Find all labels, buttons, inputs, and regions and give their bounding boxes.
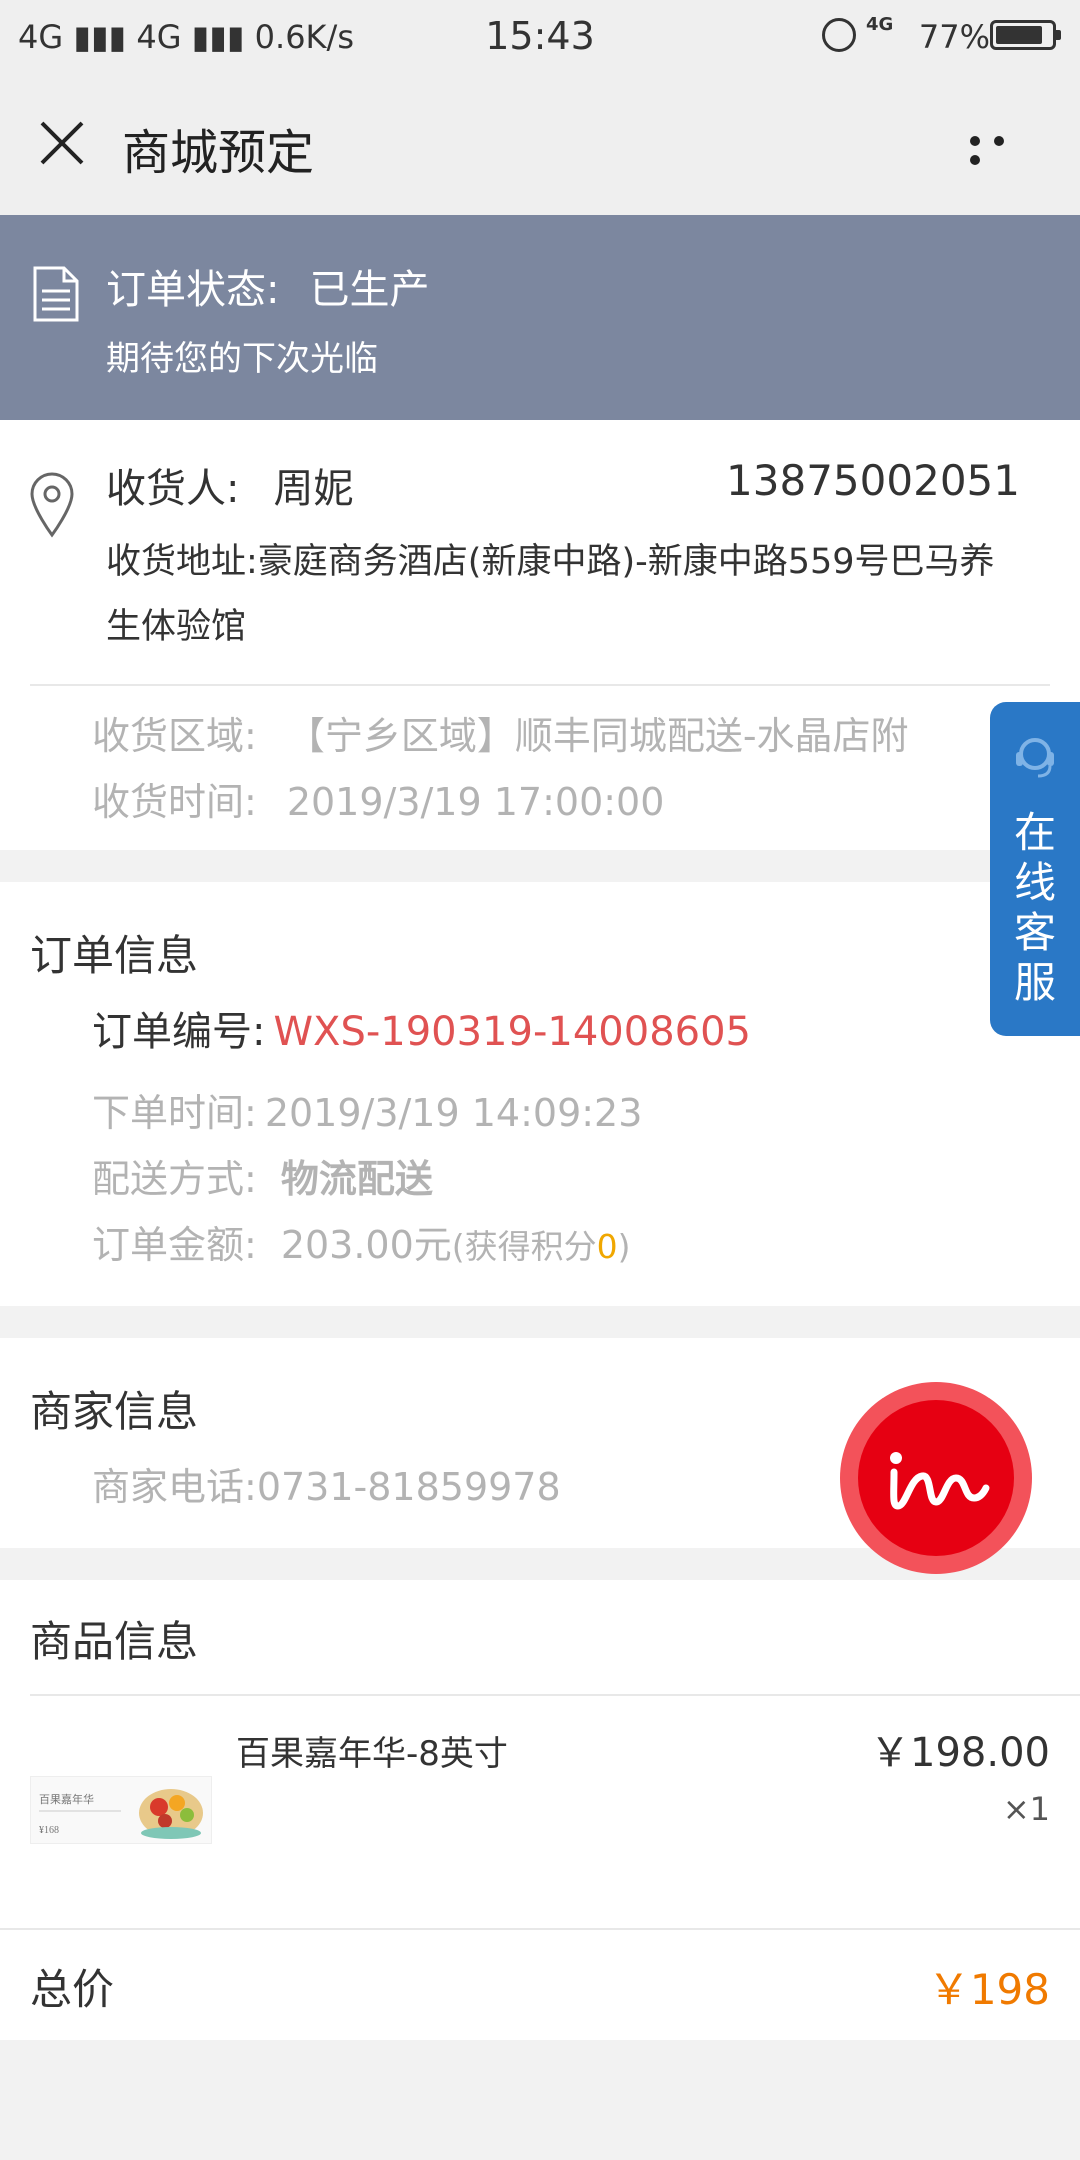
online-service-tab[interactable]: 在 线 客 服: [990, 702, 1080, 1036]
delivery-time-label: 收货时间:: [92, 780, 257, 824]
region-label: 收货区域:: [92, 714, 257, 758]
thumb-text: 百果嘉年华: [39, 1792, 94, 1806]
more-menu-button[interactable]: [970, 131, 1040, 165]
im-logo: [858, 1400, 1014, 1556]
network-badge: 4G: [866, 14, 894, 35]
order-status-line: 订单状态: 已生产: [106, 257, 429, 315]
battery-percent: 77%: [918, 18, 990, 56]
total-value: ￥198: [927, 1965, 1050, 2014]
divider: [0, 1928, 1080, 1930]
order-status-subtitle: 期待您的下次光临: [106, 339, 378, 379]
product-image: 百果嘉年华 ¥168: [31, 1777, 211, 1843]
online-service-label: 在 线 客 服: [990, 808, 1080, 1008]
order-amount-label: 订单金额:: [92, 1223, 257, 1267]
receiver-name: 周妮: [273, 466, 354, 512]
order-time-value: 2019/3/19 14:09:23: [264, 1091, 643, 1135]
service-char: 在: [1013, 808, 1056, 857]
order-number-value: WXS-190319-14008605: [273, 1009, 751, 1055]
order-status-label: 订单状态:: [106, 267, 280, 313]
order-number-label: 订单编号:: [92, 1009, 266, 1055]
battery-icon: [990, 20, 1061, 50]
im-logo-icon: [890, 1452, 990, 1510]
order-status-value: 已生产: [309, 267, 430, 313]
goods-info-section: 商品信息 百果嘉年华 ¥168 百果嘉年华-8英寸 ￥198.00 ×1 总价 …: [0, 1580, 1080, 2040]
product-thumbnail[interactable]: 百果嘉年华 ¥168: [30, 1776, 212, 1844]
close-icon[interactable]: [34, 115, 90, 171]
divider: [30, 684, 1050, 686]
nav-bar: 商城预定: [0, 75, 1080, 215]
order-amount-row: 订单金额: 203.00元(获得积分0): [92, 1214, 631, 1269]
service-char: 客: [1013, 908, 1056, 957]
shipping-value: 物流配送: [280, 1157, 433, 1201]
region-value: 【宁乡区域】顺丰同城配送-水晶店附: [286, 714, 909, 758]
points-prefix: (获得积分: [451, 1227, 597, 1266]
address-label: 收货地址:: [106, 542, 258, 582]
goods-info-title: 商品信息: [30, 1617, 199, 1666]
divider: [30, 1694, 1080, 1696]
receiver-row: 收货人: 周妮 13875002051: [106, 456, 1020, 514]
order-info-section: 订单信息 订单编号: WXS-190319-14008605 下单时间: 2019/…: [0, 882, 1080, 1306]
points-value: 0: [596, 1227, 618, 1266]
merchant-phone-label: 商家电话:: [92, 1465, 257, 1509]
shipping-row: 配送方式: 物流配送: [92, 1148, 433, 1203]
headset-icon: [1016, 738, 1054, 778]
delivery-address-section: 收货人: 周妮 13875002051 收货地址:豪庭商务酒店(新康中路)-新康中…: [0, 420, 1080, 850]
status-bar: 4G ▮▮▮ 4G ▮▮▮ 0.6K/s 15:43 4G 77%: [0, 0, 1080, 75]
location-pin-icon: [30, 472, 74, 538]
order-status-banner: 订单状态: 已生产 期待您的下次光临: [0, 215, 1080, 420]
total-label: 总价: [30, 1965, 115, 2014]
order-number-row: 订单编号: WXS-190319-14008605: [92, 999, 751, 1057]
dot-icon: [970, 155, 980, 165]
page-title: 商城预定: [122, 125, 315, 181]
alarm-icon: [822, 18, 856, 52]
points-suffix: ): [617, 1227, 631, 1266]
product-name[interactable]: 百果嘉年华-8英寸: [236, 1726, 508, 1775]
order-info-title: 订单信息: [30, 931, 199, 980]
im-chat-button[interactable]: [840, 1382, 1032, 1574]
order-amount-value: 203.00元: [280, 1223, 452, 1267]
shipping-label: 配送方式:: [92, 1157, 257, 1201]
delivery-time-row: 收货时间: 2019/3/19 17:00:00: [92, 771, 664, 826]
delivery-time-value: 2019/3/19 17:00:00: [286, 780, 665, 824]
service-char: 线: [1013, 858, 1056, 907]
product-price: ￥198.00: [870, 1730, 1050, 1776]
region-row: 收货区域: 【宁乡区域】顺丰同城配送-水晶店附: [92, 705, 992, 760]
merchant-info-title: 商家信息: [30, 1387, 199, 1436]
merchant-phone-value[interactable]: 0731-81859978: [257, 1465, 561, 1509]
receiver-phone[interactable]: 13875002051: [726, 456, 1020, 505]
document-icon: [33, 266, 79, 322]
dot-icon: [994, 136, 1004, 146]
address-row: 收货地址:豪庭商务酒店(新康中路)-新康中路559号巴马养生体验馆: [106, 530, 1026, 660]
service-char: 服: [1013, 958, 1056, 1007]
order-time-row: 下单时间: 2019/3/19 14:09:23: [92, 1082, 642, 1137]
order-time-label: 下单时间:: [92, 1091, 257, 1135]
product-quantity: ×1: [1002, 1790, 1050, 1828]
dot-icon: [970, 136, 980, 146]
receiver-label: 收货人:: [106, 466, 240, 512]
thumb-price: ¥168: [39, 1825, 59, 1836]
merchant-phone-row[interactable]: 商家电话:0731-81859978: [92, 1456, 561, 1511]
